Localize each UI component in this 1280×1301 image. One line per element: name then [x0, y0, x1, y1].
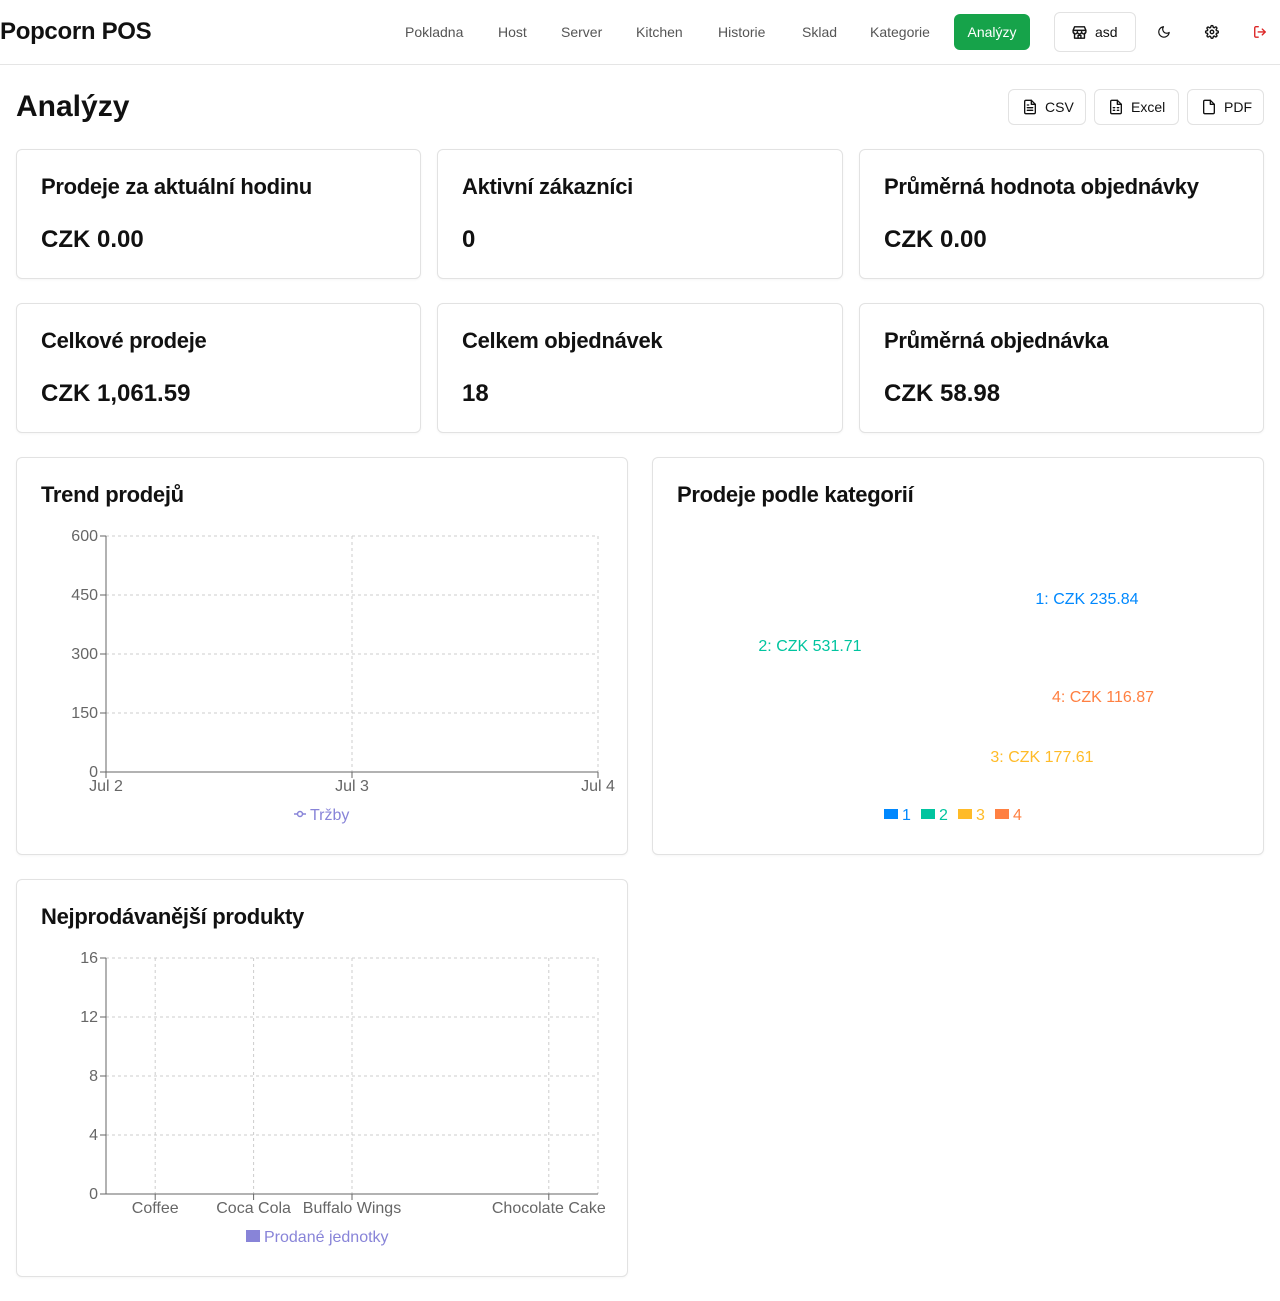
- app-logo[interactable]: Popcorn POS: [0, 18, 152, 46]
- settings-button[interactable]: [1200, 20, 1224, 44]
- stat-title: Aktivní zákazníci: [462, 174, 633, 199]
- y-tick-label: 8: [89, 1068, 98, 1085]
- legend-label: 3: [976, 807, 985, 824]
- category-sales-card: Prodeje podle kategorií 1: CZK 235.84 2: …: [652, 457, 1264, 855]
- export-csv-label: CSV: [1045, 99, 1074, 115]
- file-text-icon: [1022, 99, 1038, 118]
- top-products-chart: 0 4 8 12 16 Coffee Coca Cola Buffalo Wings Choco…: [80, 950, 606, 1246]
- top-products-card: Nejprodávanější produkty 0 4 8 12 16 Coffee Co…: [16, 879, 628, 1277]
- pie-slice-label: 3: CZK 177.61: [990, 749, 1093, 766]
- x-tick-label: Jul 3: [335, 778, 369, 795]
- sales-trend-chart: 0150300450600Jul 2 Jul 3 Jul 4Tržby: [71, 528, 615, 824]
- stat-card-avg-order: Průměrná objednávka CZK 58.98: [859, 303, 1264, 433]
- legend-swatch: [958, 809, 972, 819]
- x-tick-label: Coca Cola: [216, 1200, 291, 1217]
- stat-card-hourly-sales: Prodeje za aktuální hodinu CZK 0.00: [16, 149, 421, 279]
- legend-swatch: [246, 1230, 260, 1242]
- stat-card-total-orders: Celkem objednávek 18: [437, 303, 843, 433]
- y-tick-label: 4: [89, 1127, 98, 1144]
- export-excel-label: Excel: [1131, 99, 1166, 115]
- nav-item-kitchen[interactable]: Kitchen: [636, 14, 683, 50]
- export-csv-button[interactable]: CSV: [1008, 89, 1086, 125]
- y-tick-label: 300: [71, 646, 98, 663]
- x-tick-label: Buffalo Wings: [303, 1200, 401, 1217]
- stat-title: Celkem objednávek: [462, 328, 663, 353]
- category-sales-chart: 1: CZK 235.84 2: CZK 531.71 3: CZK 177.61 4…: [758, 591, 1154, 824]
- pie-slice-label: 2: CZK 531.71: [758, 638, 861, 655]
- file-icon: [1201, 99, 1217, 118]
- legend-dot-icon: [296, 810, 304, 818]
- moon-icon: [1158, 26, 1170, 38]
- x-tick-label: Coffee: [132, 1200, 179, 1217]
- legend-label: Tržby: [310, 807, 349, 824]
- y-tick-label: 450: [71, 587, 98, 604]
- nav-item-host[interactable]: Host: [498, 14, 527, 50]
- logout-icon: [1254, 26, 1266, 38]
- legend-label: Prodané jednotky: [264, 1229, 389, 1246]
- nav-item-analyzy[interactable]: Analýzy: [954, 14, 1030, 50]
- stat-value: 18: [462, 380, 489, 407]
- store-icon: [1071, 24, 1088, 44]
- legend-label: 1: [902, 807, 911, 824]
- stat-title: Celkové prodeje: [41, 328, 207, 353]
- pie-slice-label: 1: CZK 235.84: [1035, 591, 1138, 608]
- export-excel-button[interactable]: Excel: [1094, 89, 1179, 125]
- page-title: Analýzy: [16, 90, 130, 123]
- stat-value: CZK 1,061.59: [41, 380, 191, 407]
- y-tick-label: 12: [80, 1009, 98, 1026]
- y-tick-label: 0: [89, 1186, 98, 1203]
- nav-item-sklad[interactable]: Sklad: [802, 14, 837, 50]
- file-spreadsheet-icon: [1108, 99, 1124, 118]
- legend-label: 2: [939, 807, 948, 824]
- y-tick-label: 600: [71, 528, 98, 545]
- theme-toggle-button[interactable]: [1152, 20, 1176, 44]
- nav-item-kategorie[interactable]: Kategorie: [870, 14, 930, 50]
- x-tick-label: Jul 2: [89, 778, 123, 795]
- stat-value: CZK 58.98: [884, 380, 1001, 407]
- nav-item-pokladna[interactable]: Pokladna: [405, 14, 463, 50]
- y-tick-label: 16: [80, 950, 98, 967]
- stat-title: Prodeje za aktuální hodinu: [41, 174, 312, 199]
- top-bar: Popcorn POS Pokladna Host Server Kitchen…: [0, 0, 1280, 65]
- stat-card-total-sales: Celkové prodeje CZK 1,061.59: [16, 303, 421, 433]
- stat-card-avg-order-value: Průměrná hodnota objednávky CZK 0.00: [859, 149, 1264, 279]
- stat-value: 0: [462, 226, 476, 253]
- legend-swatch: [995, 809, 1009, 819]
- x-tick-label: Chocolate Cake: [492, 1200, 606, 1217]
- gear-icon: [1204, 24, 1219, 39]
- y-tick-label: 150: [71, 705, 98, 722]
- nav-item-historie[interactable]: Historie: [718, 14, 765, 50]
- x-tick-label: Jul 4: [581, 778, 615, 795]
- legend-label: 4: [1013, 807, 1022, 824]
- stat-card-active-customers: Aktivní zákazníci 0: [437, 149, 843, 279]
- stat-title: Průměrná hodnota objednávky: [884, 174, 1199, 199]
- store-name: asd: [1095, 24, 1118, 40]
- pie-slice-label: 4: CZK 116.87: [1052, 689, 1154, 706]
- legend-swatch: [921, 809, 935, 819]
- stat-value: CZK 0.00: [884, 226, 987, 253]
- stat-value: CZK 0.00: [41, 226, 144, 253]
- nav-item-server[interactable]: Server: [561, 14, 602, 50]
- store-selector-button[interactable]: asd: [1054, 12, 1136, 52]
- legend-swatch: [884, 809, 898, 819]
- export-pdf-button[interactable]: PDF: [1187, 89, 1264, 125]
- export-pdf-label: PDF: [1224, 99, 1252, 115]
- stat-title: Průměrná objednávka: [884, 328, 1109, 353]
- logout-button[interactable]: [1248, 20, 1272, 44]
- sales-trend-card: Trend prodejů 0 150 300 450 600 Jul 2 Jul 3 Jul…: [16, 457, 628, 855]
